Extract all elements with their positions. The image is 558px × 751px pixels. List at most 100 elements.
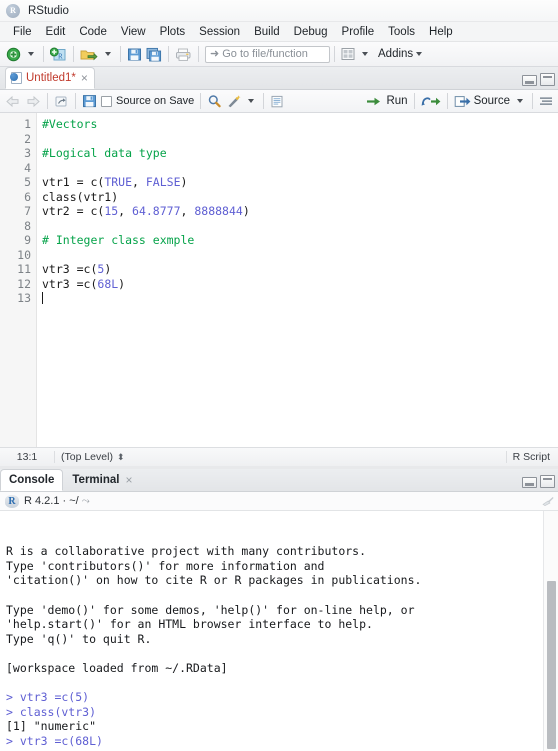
menu-item-tools[interactable]: Tools	[381, 24, 422, 40]
toolbar-separator	[75, 93, 76, 109]
toolbar-separator	[168, 46, 169, 62]
workspace-panes-button[interactable]	[339, 44, 357, 64]
new-project-icon: R	[50, 47, 66, 60]
close-icon[interactable]: ×	[81, 72, 88, 84]
menu-item-debug[interactable]: Debug	[287, 24, 335, 40]
menu-item-plots[interactable]: Plots	[153, 24, 193, 40]
open-file-dropdown[interactable]	[100, 44, 116, 64]
code-token: # Integer class exmple	[42, 233, 195, 247]
toolbar-separator	[47, 93, 48, 109]
code-token: 68L	[97, 276, 119, 291]
window-title: RStudio	[28, 4, 69, 17]
r-logo-icon: R	[5, 494, 19, 508]
code-token: 15	[104, 204, 119, 218]
new-file-button[interactable]	[4, 44, 23, 64]
maximize-pane-icon[interactable]	[540, 475, 555, 488]
addins-button[interactable]: Addins	[373, 44, 427, 64]
code-tools-button[interactable]	[224, 91, 243, 111]
r-version-and-path: R 4.2.1 · ~/	[24, 495, 79, 507]
back-button[interactable]	[3, 91, 23, 111]
code-token: )	[118, 276, 126, 291]
close-icon[interactable]: ×	[125, 473, 132, 487]
code-text-area[interactable]: #Vectors #Logical data type vtr1 = c(TRUE,…	[37, 113, 558, 447]
document-outline-button[interactable]	[268, 91, 286, 111]
save-source-button[interactable]	[80, 91, 99, 111]
chevron-down-icon	[28, 52, 34, 56]
line-number: 11	[17, 262, 31, 276]
menu-item-code[interactable]: Code	[72, 24, 114, 40]
open-file-button[interactable]	[78, 44, 100, 64]
scrollbar-thumb[interactable]	[547, 581, 556, 749]
line-number: 4	[24, 160, 31, 175]
forward-button[interactable]	[23, 91, 43, 111]
code-editor[interactable]: 1 2 3 4 5 6 7 8 9 10 11 12 13 #Vectors #L…	[0, 113, 558, 447]
line-number: 2	[24, 131, 31, 146]
file-type-selector[interactable]: R Script	[507, 451, 558, 463]
save-all-button[interactable]	[144, 44, 164, 64]
view-working-directory-icon[interactable]: ⤳	[82, 496, 90, 507]
menu-item-view[interactable]: View	[114, 24, 153, 40]
toolbar-separator	[334, 46, 335, 62]
print-button[interactable]	[173, 44, 194, 64]
console-pane-window-buttons	[522, 475, 555, 488]
source-button[interactable]: Source	[452, 91, 512, 111]
code-tools-dropdown[interactable]	[243, 91, 259, 111]
tab-console[interactable]: Console	[0, 469, 64, 491]
minimize-pane-icon[interactable]	[522, 75, 537, 86]
workspace-panes-dropdown[interactable]	[357, 44, 373, 64]
code-token: )	[104, 262, 112, 276]
code-scope-label: (Top Level)	[61, 451, 113, 463]
menu-item-edit[interactable]: Edit	[39, 24, 73, 40]
show-outline-button[interactable]	[537, 91, 555, 111]
source-tab-untitled1[interactable]: Untitled1* ×	[5, 67, 95, 89]
toolbar-separator	[73, 46, 74, 62]
console-vertical-scrollbar[interactable]	[543, 511, 558, 751]
source-on-save-checkbox[interactable]: Source on Save	[99, 91, 196, 111]
console-line: > vtr3 =c(5)	[6, 690, 90, 705]
menu-item-help[interactable]: Help	[422, 24, 460, 40]
console-tab-strip: Console Terminal ×	[0, 469, 558, 492]
find-replace-button[interactable]	[205, 91, 224, 111]
maximize-pane-icon[interactable]	[540, 73, 555, 86]
new-file-icon	[6, 47, 21, 61]
line-number-gutter: 1 2 3 4 5 6 7 8 9 10 11 12 13	[0, 113, 37, 447]
chevron-down-icon	[248, 99, 255, 103]
popout-source-button[interactable]	[52, 91, 71, 111]
chevron-down-icon	[105, 52, 111, 56]
save-button[interactable]	[125, 44, 144, 64]
chevron-down-icon	[362, 52, 368, 56]
rstudio-logo-icon: R	[6, 3, 20, 18]
source-dropdown[interactable]	[512, 91, 528, 111]
re-run-button[interactable]	[419, 91, 443, 111]
source-editor-pane: Untitled1* × Source on Save Run Source 1…	[0, 67, 558, 469]
chevron-down-icon	[517, 99, 523, 103]
goto-file-function-input[interactable]: ➜ Go to file/function	[205, 45, 330, 63]
console-line: 'citation()' on how to cite R or R packa…	[6, 573, 422, 588]
line-number: 13	[17, 291, 31, 305]
run-button[interactable]: Run	[364, 91, 409, 111]
code-token: vtr3 =c(	[42, 276, 98, 291]
toolbar-separator	[198, 46, 199, 62]
menu-item-file[interactable]: File	[6, 24, 39, 40]
broom-clear-icon[interactable]	[541, 496, 554, 507]
code-token: class(vtr1)	[42, 189, 119, 204]
menu-item-build[interactable]: Build	[247, 24, 287, 40]
show-in-new-window-icon	[55, 96, 67, 106]
menu-item-session[interactable]: Session	[192, 24, 247, 40]
chevron-down-icon	[416, 52, 423, 56]
source-on-save-label: Source on Save	[116, 95, 195, 107]
minimize-pane-icon[interactable]	[522, 477, 537, 488]
code-line: vtr1 = c(TRUE, FALSE)	[42, 175, 558, 190]
code-scope-selector[interactable]: (Top Level) ⬍	[55, 451, 507, 463]
console-output[interactable]: R is a collaborative project with many c…	[0, 511, 558, 751]
source-pane-window-buttons	[522, 73, 555, 86]
tab-terminal[interactable]: Terminal ×	[63, 469, 141, 491]
menu-item-profile[interactable]: Profile	[335, 24, 382, 40]
new-project-button[interactable]: R	[48, 44, 69, 64]
code-line: class(vtr1)	[42, 190, 558, 205]
new-file-dropdown[interactable]	[23, 44, 39, 64]
console-line: > vtr3 =c(68L)	[6, 733, 103, 748]
